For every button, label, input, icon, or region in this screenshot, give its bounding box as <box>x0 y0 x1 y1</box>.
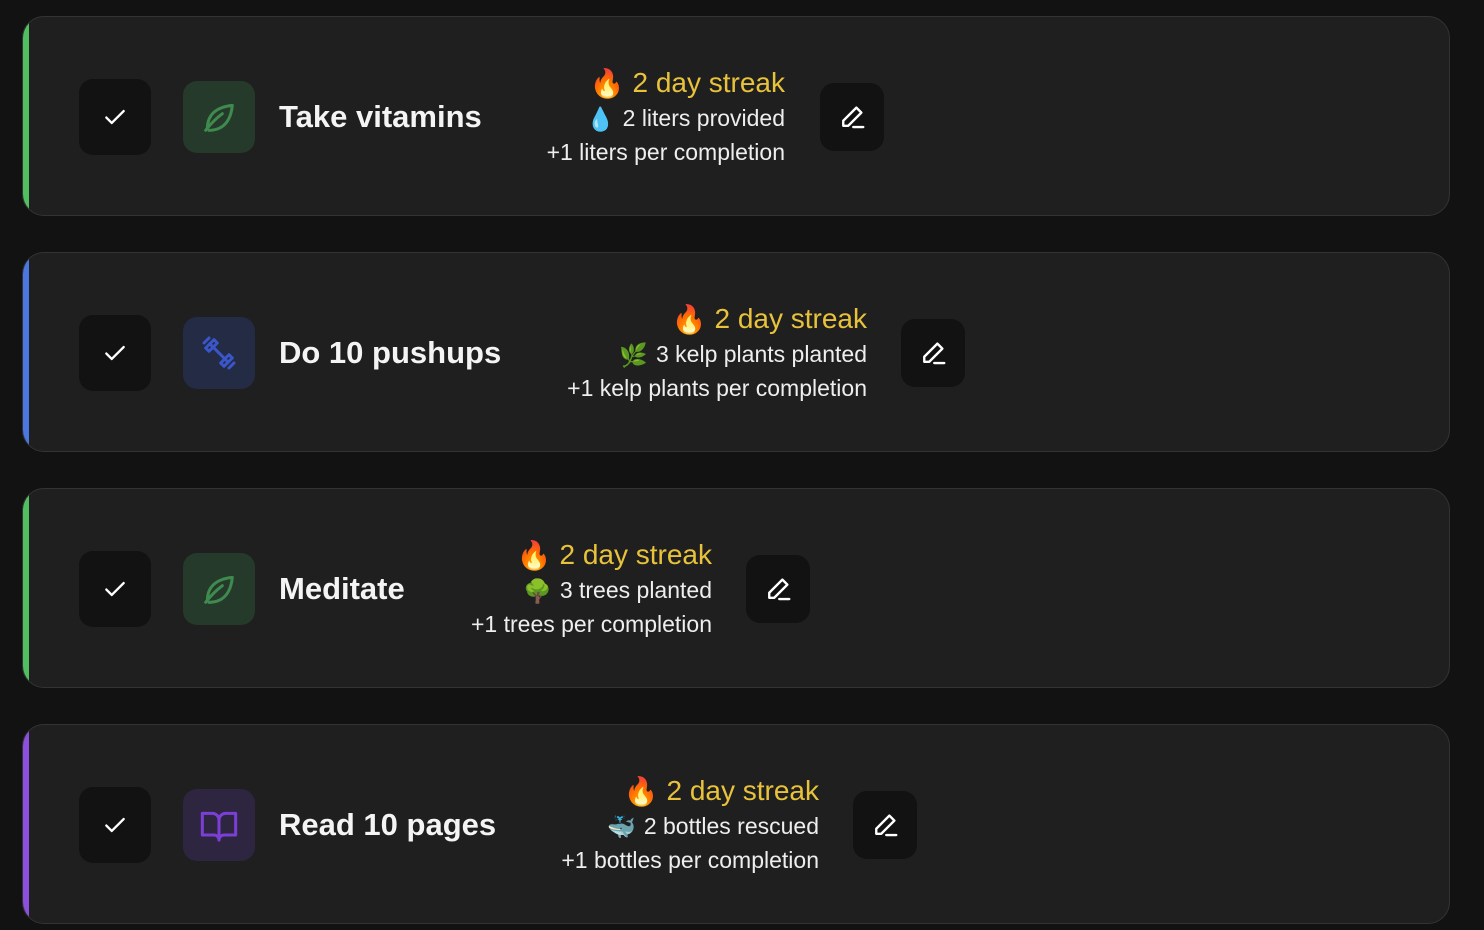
rate-text: +1 bottles per completion <box>561 847 819 873</box>
edit-habit-button[interactable] <box>853 791 917 859</box>
fire-icon: 🔥 <box>589 67 625 100</box>
habit-stats: 🔥 2 day streak 💧 2 liters provided +1 lite… <box>547 65 785 168</box>
streak-line: 🔥 2 day streak <box>567 301 867 338</box>
streak-line: 🔥 2 day streak <box>547 65 785 102</box>
edit-habit-button[interactable] <box>746 555 810 623</box>
checkmark-icon <box>105 817 125 833</box>
complete-habit-button[interactable] <box>79 787 151 863</box>
book-icon <box>200 811 238 842</box>
habit-name: Do 10 pushups <box>279 335 502 370</box>
rate-text: +1 kelp plants per completion <box>567 375 867 401</box>
complete-habit-button[interactable] <box>79 551 151 627</box>
impact-text: 2 liters provided <box>622 105 785 131</box>
streak-line: 🔥 2 day streak <box>561 773 819 810</box>
habit-card: Meditate 🔥 2 day streak 🌳 3 trees planted … <box>22 488 1450 688</box>
rate-text: +1 liters per completion <box>546 139 785 165</box>
edit-habit-button[interactable] <box>901 319 965 387</box>
habit-icon-box <box>183 553 255 625</box>
habit-icon-box <box>183 789 255 861</box>
card-accent-bar <box>23 725 29 923</box>
card-accent-bar <box>23 253 29 451</box>
habit-list: Take vitamins 🔥 2 day streak 💧 2 liters pr… <box>0 0 1484 930</box>
streak-line: 🔥 2 day streak <box>471 537 712 574</box>
habit-name: Read 10 pages <box>279 807 497 842</box>
checkmark-icon <box>105 109 125 125</box>
impact-text: 3 kelp plants planted <box>656 341 867 367</box>
streak-text: 2 day streak <box>632 67 785 98</box>
habit-card: Do 10 pushups 🔥 2 day streak 🌿 3 kelp plan… <box>22 252 1450 452</box>
leaf-icon <box>204 103 234 132</box>
impact-text: 2 bottles rescued <box>643 813 819 839</box>
dumbbell-icon <box>202 336 236 370</box>
impact-text: 3 trees planted <box>559 577 712 603</box>
water-drop-icon: 💧 <box>586 107 615 133</box>
pencil-icon <box>923 342 946 365</box>
pencil-icon <box>768 578 791 601</box>
complete-habit-button[interactable] <box>79 79 151 155</box>
fire-icon: 🔥 <box>516 539 552 572</box>
whale-icon: 🐳 <box>607 815 636 841</box>
pencil-icon <box>875 814 898 837</box>
tree-icon: 🌳 <box>523 579 552 605</box>
complete-habit-button[interactable] <box>79 315 151 391</box>
impact-line: 🐳 2 bottles rescued <box>561 810 819 844</box>
streak-text: 2 day streak <box>666 775 819 806</box>
edit-habit-button[interactable] <box>820 83 884 151</box>
checkmark-icon <box>105 345 125 361</box>
habit-icon-box <box>183 317 255 389</box>
habit-icon-box <box>183 81 255 153</box>
card-accent-bar <box>23 17 29 215</box>
habit-name: Meditate <box>279 571 405 606</box>
checkmark-icon <box>105 581 125 597</box>
habit-name: Take vitamins <box>279 99 482 134</box>
leaf-icon <box>204 575 234 604</box>
fire-icon: 🔥 <box>623 775 659 808</box>
rate-text: +1 trees per completion <box>471 611 712 637</box>
habit-card: Take vitamins 🔥 2 day streak 💧 2 liters pr… <box>22 16 1450 216</box>
habit-card: Read 10 pages 🔥 2 day streak 🐳 2 bottles r… <box>22 724 1450 924</box>
streak-text: 2 day streak <box>559 539 712 570</box>
habit-stats: 🔥 2 day streak 🌿 3 kelp plants planted +1 … <box>567 301 867 404</box>
impact-line: 🌿 3 kelp plants planted <box>567 338 867 372</box>
impact-line: 💧 2 liters provided <box>547 102 785 136</box>
impact-line: 🌳 3 trees planted <box>471 574 712 608</box>
streak-text: 2 day streak <box>714 303 867 334</box>
herb-icon: 🌿 <box>619 343 648 369</box>
habit-stats: 🔥 2 day streak 🐳 2 bottles rescued +1 bott… <box>561 773 819 876</box>
card-accent-bar <box>23 489 29 687</box>
pencil-icon <box>842 106 865 129</box>
habit-stats: 🔥 2 day streak 🌳 3 trees planted +1 trees … <box>471 537 712 640</box>
fire-icon: 🔥 <box>671 303 707 336</box>
